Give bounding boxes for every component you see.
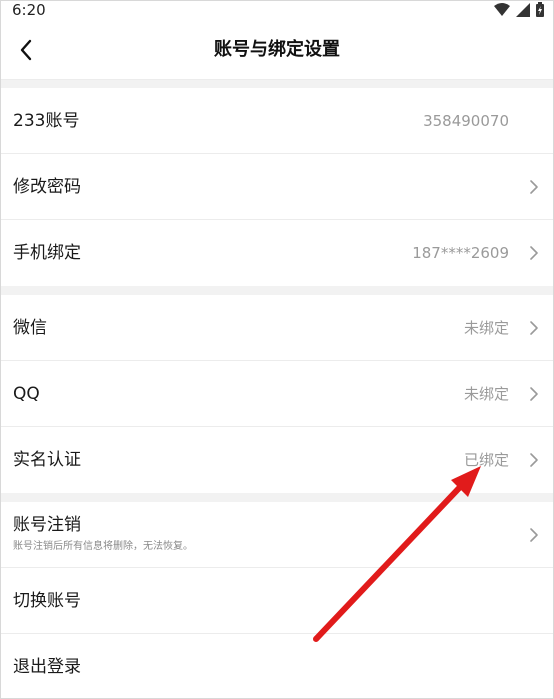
section-divider (0, 493, 554, 502)
switch-account-row[interactable]: 切换账号 (0, 568, 554, 634)
chevron-right-icon (530, 246, 538, 260)
row-label: 实名认证 (13, 450, 81, 470)
row-label: QQ (13, 384, 40, 404)
row-label: 账号注销 (13, 515, 81, 535)
row-label: 手机绑定 (13, 243, 81, 263)
account-id-value: 358490070 (423, 112, 509, 130)
status-icons (494, 2, 544, 17)
row-label: 微信 (13, 318, 47, 338)
status-time: 6:20 (12, 1, 46, 19)
cancel-account-row[interactable]: 账号注销 账号注销后所有信息将删除，无法恢复。 (0, 502, 554, 568)
section-divider (0, 286, 554, 295)
qq-binding-row[interactable]: QQ 未绑定 (0, 361, 554, 427)
nav-bar: 账号与绑定设置 (0, 20, 554, 80)
battery-icon (536, 2, 544, 17)
chevron-right-icon (530, 321, 538, 335)
chevron-right-icon (530, 528, 538, 542)
chevron-right-icon (530, 453, 538, 467)
phone-binding-row[interactable]: 手机绑定 187****2609 (0, 220, 554, 286)
binding-status: 未绑定 (463, 385, 509, 403)
account-id-row: 233账号 358490070 (0, 88, 554, 154)
binding-status: 已绑定 (463, 451, 509, 469)
row-label: 修改密码 (13, 177, 81, 197)
row-label: 233账号 (13, 111, 80, 131)
wechat-binding-row[interactable]: 微信 未绑定 (0, 295, 554, 361)
page-title: 账号与绑定设置 (214, 39, 340, 60)
chevron-right-icon (530, 387, 538, 401)
phone-number-value: 187****2609 (412, 244, 509, 262)
row-label: 切换账号 (13, 591, 81, 611)
section-divider (0, 80, 554, 88)
signal-icon (516, 2, 530, 17)
chevron-right-icon (530, 180, 538, 194)
real-name-verification-row[interactable]: 实名认证 已绑定 (0, 427, 554, 493)
logout-row[interactable]: 退出登录 (0, 634, 554, 699)
wifi-icon (494, 2, 510, 16)
row-subtitle: 账号注销后所有信息将删除，无法恢复。 (13, 541, 193, 552)
status-bar: 6:20 (0, 0, 554, 20)
change-password-row[interactable]: 修改密码 (0, 154, 554, 220)
binding-status: 未绑定 (463, 319, 509, 337)
row-label: 退出登录 (13, 657, 81, 677)
